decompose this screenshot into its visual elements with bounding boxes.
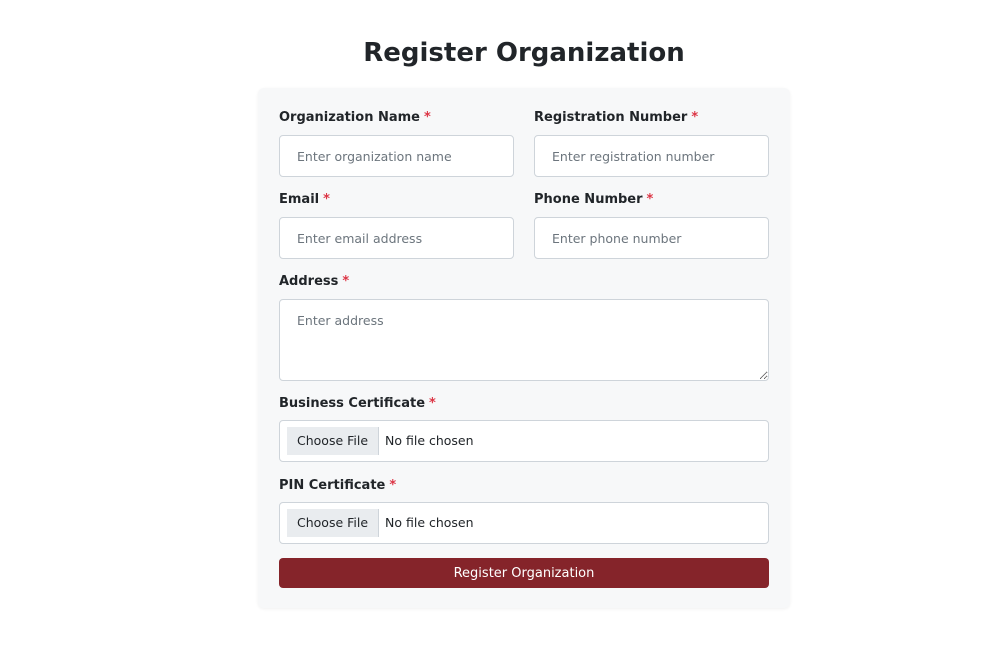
business-certificate-choose-file-button[interactable]: Choose File [287,427,380,455]
register-organization-button[interactable]: Register Organization [279,558,769,588]
registration-number-label: Registration Number * [534,109,698,127]
required-marker: * [323,192,330,207]
phone-number-input[interactable] [534,217,769,259]
address-label: Address * [279,273,349,291]
registration-number-label-text: Registration Number [534,110,688,125]
pin-certificate-label: PIN Certificate * [279,477,396,495]
business-certificate-label: Business Certificate * [279,395,436,413]
required-marker: * [646,192,654,207]
required-marker: * [424,110,431,125]
pin-certificate-file-status: No file chosen [385,515,474,530]
registration-number-input[interactable] [534,135,769,177]
organization-name-label: Organization Name * [279,109,431,127]
organization-name-label-text: Organization Name [279,110,420,125]
page-title: Register Organization [363,38,685,68]
business-certificate-file-status: No file chosen [385,433,474,448]
required-marker: * [342,274,350,289]
required-marker: * [389,478,397,493]
email-label-text: Email [279,192,320,207]
email-label: Email * [279,191,330,209]
phone-number-label-text: Phone Number [534,192,643,207]
business-certificate-label-text: Business Certificate [279,396,426,411]
page: Register Organization Organization Name *… [0,0,1004,653]
address-label-text: Address [279,274,339,289]
phone-number-label: Phone Number * [534,191,653,209]
required-marker: * [691,110,699,125]
business-certificate-file-input[interactable]: Choose File No file chosen [279,420,769,462]
register-organization-form: Organization Name* Registration Number* … [258,88,790,608]
required-marker: * [429,396,436,411]
pin-certificate-file-input[interactable]: Choose File No file chosen [279,502,769,544]
address-textarea[interactable] [279,299,769,381]
pin-certificate-label-text: PIN Certificate [279,478,386,493]
email-input[interactable] [279,217,514,259]
organization-name-input[interactable] [279,135,514,177]
pin-certificate-choose-file-button[interactable]: Choose File [287,509,380,537]
